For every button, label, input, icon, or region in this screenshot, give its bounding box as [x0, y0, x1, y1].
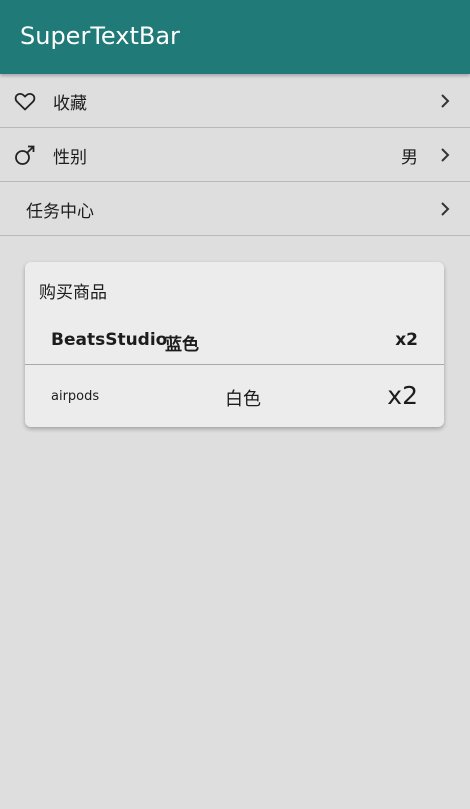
- purchase-item-row[interactable]: BeatsStudio 蓝色 x2: [25, 315, 444, 365]
- purchase-card: 购买商品 BeatsStudio 蓝色 x2 airpods 白色 x2: [25, 262, 444, 427]
- row-gender-label: 性别: [53, 148, 87, 168]
- purchase-item-qty: x2: [395, 330, 418, 350]
- chevron-right-icon: [438, 200, 452, 218]
- app-title: SuperTextBar: [20, 22, 180, 50]
- chevron-right-icon: [438, 146, 452, 164]
- row-gender[interactable]: 性别 男: [0, 128, 470, 182]
- app-bar: SuperTextBar: [0, 0, 470, 74]
- card-divider: [25, 364, 444, 365]
- purchase-item-color: 白色: [225, 389, 261, 410]
- purchase-card-heading: 购买商品: [39, 283, 107, 303]
- row-favorites-label: 收藏: [53, 94, 87, 114]
- heart-outline-icon: [13, 89, 37, 113]
- row-task-center-label: 任务中心: [26, 202, 94, 222]
- chevron-right-icon: [438, 92, 452, 110]
- purchase-item-color: 蓝色: [165, 335, 199, 355]
- male-symbol-icon: [13, 143, 37, 167]
- row-task-center[interactable]: 任务中心: [0, 182, 470, 236]
- purchase-item-qty: x2: [387, 381, 418, 410]
- purchase-item-name: BeatsStudio: [51, 330, 168, 350]
- row-gender-value: 男: [401, 148, 418, 168]
- purchase-item-row[interactable]: airpods 白色 x2: [25, 370, 444, 420]
- purchase-item-name: airpods: [51, 389, 100, 404]
- row-favorites[interactable]: 收藏: [0, 74, 470, 128]
